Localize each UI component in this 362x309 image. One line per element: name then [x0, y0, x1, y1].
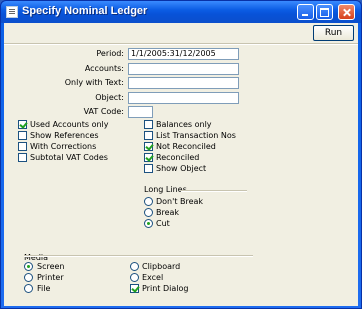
object-label: Object: [95, 93, 124, 102]
period-field[interactable]: 1/1/2005:31/12/2005 [128, 48, 239, 60]
window-title: Specify Nominal Ledger [22, 5, 148, 17]
run-button[interactable]: Run [313, 25, 354, 41]
break-label: Break [156, 208, 180, 217]
reconciled-label: Reconciled [156, 153, 200, 162]
vat-code-field[interactable] [128, 106, 153, 118]
balances-only-checkbox[interactable] [144, 120, 153, 129]
accounts-label: Accounts: [84, 64, 124, 73]
list-transaction-nos-label: List Transaction Nos [156, 131, 236, 140]
not-reconciled-checkbox[interactable] [144, 142, 153, 151]
minimize-button[interactable] [297, 4, 314, 20]
only-with-text-label: Only with Text: [64, 78, 124, 87]
list-transaction-nos-checkbox[interactable] [144, 131, 153, 140]
dont-break-radio[interactable] [144, 197, 153, 206]
excel-radio[interactable] [130, 273, 139, 282]
show-object-checkbox[interactable] [144, 164, 153, 173]
dialog-body: Run Period: 1/1/2005:31/12/2005 Accounts… [4, 23, 358, 306]
cut-radio[interactable] [144, 219, 153, 228]
file-radio[interactable] [24, 284, 33, 293]
accounts-field[interactable] [128, 63, 239, 75]
screen-label: Screen [37, 262, 65, 271]
print-dialog-label: Print Dialog [142, 284, 189, 293]
screen-radio[interactable] [24, 262, 33, 271]
window-icon [6, 6, 18, 18]
cut-label: Cut [156, 219, 170, 228]
title-bar[interactable]: Specify Nominal Ledger [1, 1, 361, 23]
print-dialog-checkbox[interactable] [130, 284, 139, 293]
subtotal-vat-codes-checkbox[interactable] [18, 153, 27, 162]
used-accounts-only-label: Used Accounts only [30, 120, 109, 129]
excel-label: Excel [142, 273, 164, 282]
clipboard-radio[interactable] [130, 262, 139, 271]
period-label: Period: [96, 49, 124, 58]
dont-break-label: Don't Break [156, 197, 204, 206]
show-object-label: Show Object [156, 164, 207, 173]
show-references-checkbox[interactable] [18, 131, 27, 140]
printer-label: Printer [37, 273, 64, 282]
clipboard-label: Clipboard [142, 262, 181, 271]
not-reconciled-label: Not Reconciled [156, 142, 216, 151]
object-field[interactable] [128, 92, 239, 104]
vat-code-label: VAT Code: [83, 107, 124, 116]
balances-only-label: Balances only [156, 120, 212, 129]
show-references-label: Show References [30, 131, 99, 140]
long-lines-divider [181, 190, 247, 192]
toolbar-divider [4, 43, 358, 45]
close-button[interactable] [338, 4, 355, 20]
maximize-button[interactable] [316, 4, 333, 20]
subtotal-vat-codes-label: Subtotal VAT Codes [30, 153, 108, 162]
with-corrections-checkbox[interactable] [18, 142, 27, 151]
used-accounts-only-checkbox[interactable] [18, 120, 27, 129]
with-corrections-label: With Corrections [30, 142, 97, 151]
window: Specify Nominal Ledger Run Period: 1/1/2… [0, 0, 362, 309]
printer-radio[interactable] [24, 273, 33, 282]
reconciled-checkbox[interactable] [144, 153, 153, 162]
only-with-text-field[interactable] [128, 77, 239, 89]
break-radio[interactable] [144, 208, 153, 217]
media-divider [24, 255, 253, 257]
file-label: File [37, 284, 51, 293]
